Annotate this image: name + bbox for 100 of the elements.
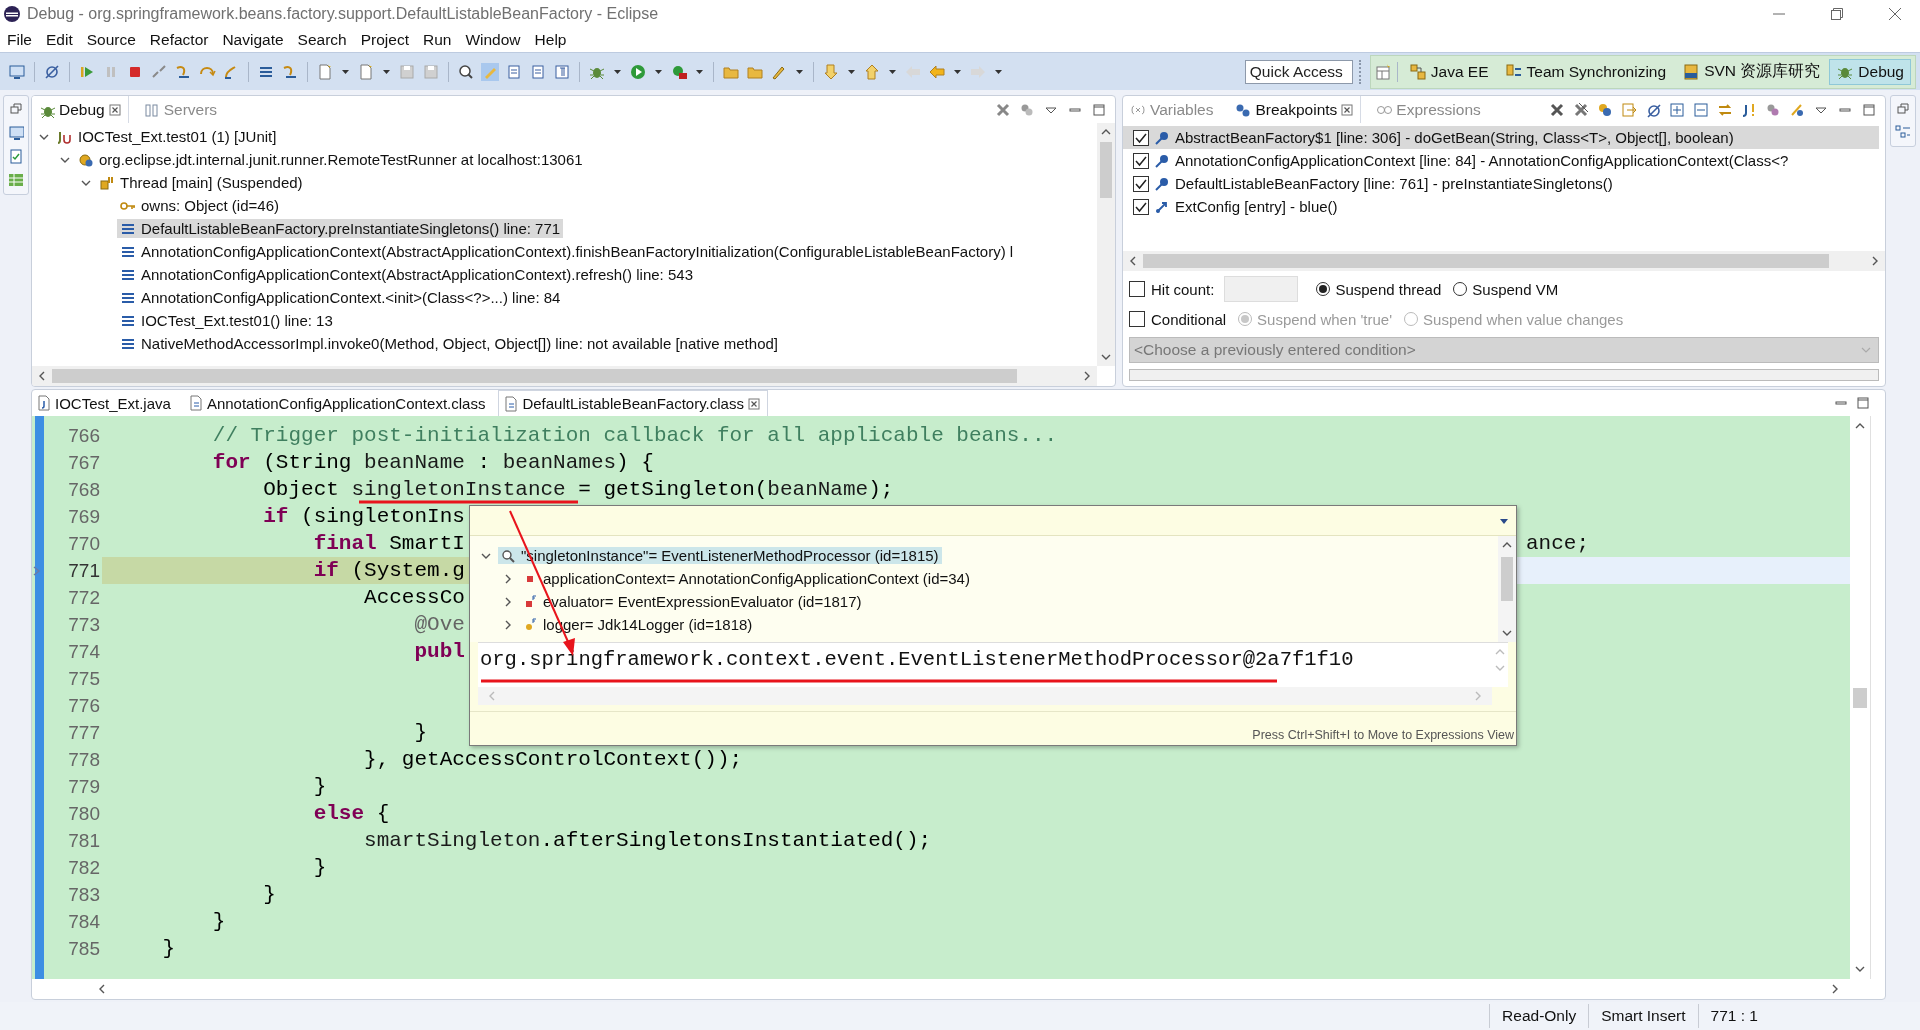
previous-annotation-icon[interactable] bbox=[863, 62, 881, 81]
hit-count-field[interactable] bbox=[1224, 276, 1299, 302]
document-icon[interactable] bbox=[505, 62, 523, 81]
menu-item[interactable]: Window bbox=[459, 31, 529, 49]
restore-icon[interactable] bbox=[1896, 102, 1910, 116]
next-annotation-icon[interactable] bbox=[822, 62, 840, 81]
menu-item[interactable]: Run bbox=[417, 31, 460, 49]
open-perspective-icon[interactable] bbox=[1374, 62, 1393, 81]
maximize-icon[interactable] bbox=[1091, 101, 1107, 118]
go-to-file-icon[interactable] bbox=[1621, 101, 1637, 118]
scrollbar-thumb[interactable] bbox=[1100, 142, 1112, 198]
scrollbar-thumb[interactable] bbox=[1143, 254, 1829, 268]
editor-tab[interactable]: IOCTest_Ext.java bbox=[32, 390, 178, 416]
breakpoint-item[interactable]: DefaultListableBeanFactory [line: 761] - preInstantiateSingletons() bbox=[1123, 172, 1879, 195]
menu-item[interactable]: File bbox=[1, 31, 40, 49]
view-tab[interactable]: Debug bbox=[32, 96, 129, 123]
restore-icon[interactable] bbox=[8, 102, 23, 116]
tree-item[interactable]: IOCTest_Ext.test01 (1) [JUnit] bbox=[54, 127, 280, 146]
skip-breakpoints-icon[interactable] bbox=[43, 62, 61, 81]
editor-tab[interactable]: AnnotationConfigApplicationContext.class bbox=[183, 390, 493, 416]
tree-item[interactable]: DefaultListableBeanFactory.preInstantiateSingletons() line: 771 bbox=[117, 219, 564, 238]
monitor-icon[interactable] bbox=[7, 124, 24, 140]
link-with-debug-icon[interactable] bbox=[1717, 101, 1733, 118]
close-icon[interactable] bbox=[108, 103, 121, 116]
line-number: 767 bbox=[67, 451, 100, 474]
close-icon[interactable] bbox=[747, 397, 760, 410]
quick-access-field[interactable]: Quick Access bbox=[1244, 59, 1353, 84]
remove-terminated-icon[interactable] bbox=[995, 101, 1011, 118]
code-line: if (System.g bbox=[312, 559, 465, 582]
remove-all-icon[interactable] bbox=[1573, 101, 1589, 118]
close-icon[interactable] bbox=[1888, 7, 1902, 21]
tree-item[interactable]: owns: Object (id=46) bbox=[117, 196, 282, 215]
scrollbar-thumb[interactable] bbox=[1853, 687, 1867, 708]
editor-tab[interactable]: DefaultListableBeanFactory.class bbox=[498, 390, 768, 416]
private-final-field-icon bbox=[523, 594, 537, 609]
search-icon[interactable] bbox=[457, 62, 475, 81]
view-tab[interactable]: Servers bbox=[136, 96, 225, 123]
view-tab[interactable]: Expressions bbox=[1369, 96, 1488, 123]
eclipse-logo-icon bbox=[3, 5, 21, 23]
menu-item[interactable]: Edit bbox=[40, 31, 81, 49]
new-document-icon[interactable] bbox=[316, 62, 334, 81]
checkbox[interactable] bbox=[1129, 311, 1145, 327]
document-icon[interactable] bbox=[529, 62, 547, 81]
outline-icon[interactable] bbox=[1895, 124, 1911, 140]
menu-item[interactable]: Navigate bbox=[216, 31, 292, 49]
skip-breakpoints-icon[interactable] bbox=[1645, 101, 1661, 118]
menu-item[interactable]: Help bbox=[528, 31, 575, 49]
java-exception-icon[interactable] bbox=[1741, 101, 1757, 118]
scrollbar-thumb[interactable] bbox=[1501, 557, 1513, 601]
maximize-icon[interactable] bbox=[1855, 395, 1871, 411]
collapse-all-icon[interactable] bbox=[1693, 101, 1709, 118]
link-icon[interactable] bbox=[1597, 101, 1613, 118]
table-icon[interactable] bbox=[7, 172, 24, 188]
tree-item[interactable]: AnnotationConfigApplicationContext(AbstractApplicationContext).refresh() line: 543 bbox=[117, 265, 696, 284]
line-number: 773 bbox=[67, 613, 100, 636]
close-icon[interactable] bbox=[1341, 103, 1354, 116]
breakpoint-item[interactable]: AbstractBeanFactory$1 [line: 306] - doGetBean(String, Class<T>, Object[], boolean) bbox=[1123, 126, 1879, 149]
remove-icon[interactable] bbox=[1549, 101, 1565, 118]
tree-item[interactable]: NativeMethodAccessorImpl.invoke0(Method, Object, Object[]) line: not available [native method] bbox=[117, 334, 781, 353]
checkbox[interactable] bbox=[1133, 152, 1149, 169]
new-document-icon[interactable] bbox=[357, 62, 375, 81]
checkbox[interactable] bbox=[1133, 198, 1149, 215]
radio-button[interactable] bbox=[1453, 282, 1468, 296]
paragraph-icon[interactable] bbox=[553, 62, 571, 81]
perspective-button[interactable]: SVN 资源库研究 bbox=[1675, 57, 1828, 86]
clipboard-icon[interactable] bbox=[7, 148, 24, 164]
breakpoint-item[interactable]: AnnotationConfigApplicationContext [line: 84] - AnnotationConfigApplicationContext(Class<? bbox=[1123, 149, 1879, 172]
variable-item[interactable]: applicationContext= AnnotationConfigApplicationContext (id=34) bbox=[520, 570, 973, 587]
run-icon[interactable] bbox=[629, 62, 647, 81]
checkbox[interactable] bbox=[1129, 281, 1145, 297]
checkbox[interactable] bbox=[1133, 129, 1149, 146]
radio-button[interactable] bbox=[1316, 282, 1331, 296]
restore-icon[interactable] bbox=[1830, 7, 1844, 21]
tree-item[interactable]: AnnotationConfigApplicationContext.<init>(Class<?>...) line: 84 bbox=[117, 288, 564, 307]
code-line: } bbox=[312, 775, 327, 798]
scrollbar-thumb[interactable] bbox=[52, 369, 1017, 383]
breakpoint-item[interactable]: ExtConfig [entry] - blue() bbox=[1123, 195, 1879, 218]
radio-label: Suspend VM bbox=[1472, 280, 1559, 298]
menu-item[interactable]: Search bbox=[291, 31, 355, 49]
tree-item[interactable]: org.eclipse.jdt.internal.junit.runner.RemoteTestRunner at localhost:13061 bbox=[75, 150, 586, 169]
code-line: else { bbox=[312, 802, 390, 825]
code-line: @Ove bbox=[413, 613, 465, 636]
code-line: } bbox=[413, 721, 428, 744]
line-number: 781 bbox=[67, 829, 100, 852]
perspective-button[interactable]: Debug bbox=[1829, 58, 1911, 85]
perspective-button[interactable]: Team Synchronizing bbox=[1497, 58, 1674, 85]
monitor-icon[interactable] bbox=[8, 62, 26, 81]
tree-item[interactable]: Thread [main] (Suspended) bbox=[96, 173, 306, 192]
expand-all-icon[interactable] bbox=[1669, 101, 1685, 118]
perspective-button[interactable]: Java EE bbox=[1401, 58, 1496, 85]
menu-item[interactable]: Refactor bbox=[143, 31, 217, 49]
code-line: } bbox=[312, 856, 327, 879]
maximize-icon[interactable] bbox=[1861, 101, 1877, 118]
line-number: 778 bbox=[67, 748, 100, 771]
tree-item[interactable]: AnnotationConfigApplicationContext(AbstractApplicationContext).finishBeanFactoryInitialization(ConfigurableListableBeanFactory) l bbox=[117, 242, 1017, 261]
menu-item[interactable]: Project bbox=[354, 31, 417, 49]
checkbox[interactable] bbox=[1133, 175, 1149, 192]
view-tab[interactable]: Variables bbox=[1123, 96, 1221, 123]
menu-item[interactable]: Source bbox=[80, 31, 144, 49]
tree-item[interactable]: IOCTest_Ext.test01() line: 13 bbox=[117, 311, 336, 330]
